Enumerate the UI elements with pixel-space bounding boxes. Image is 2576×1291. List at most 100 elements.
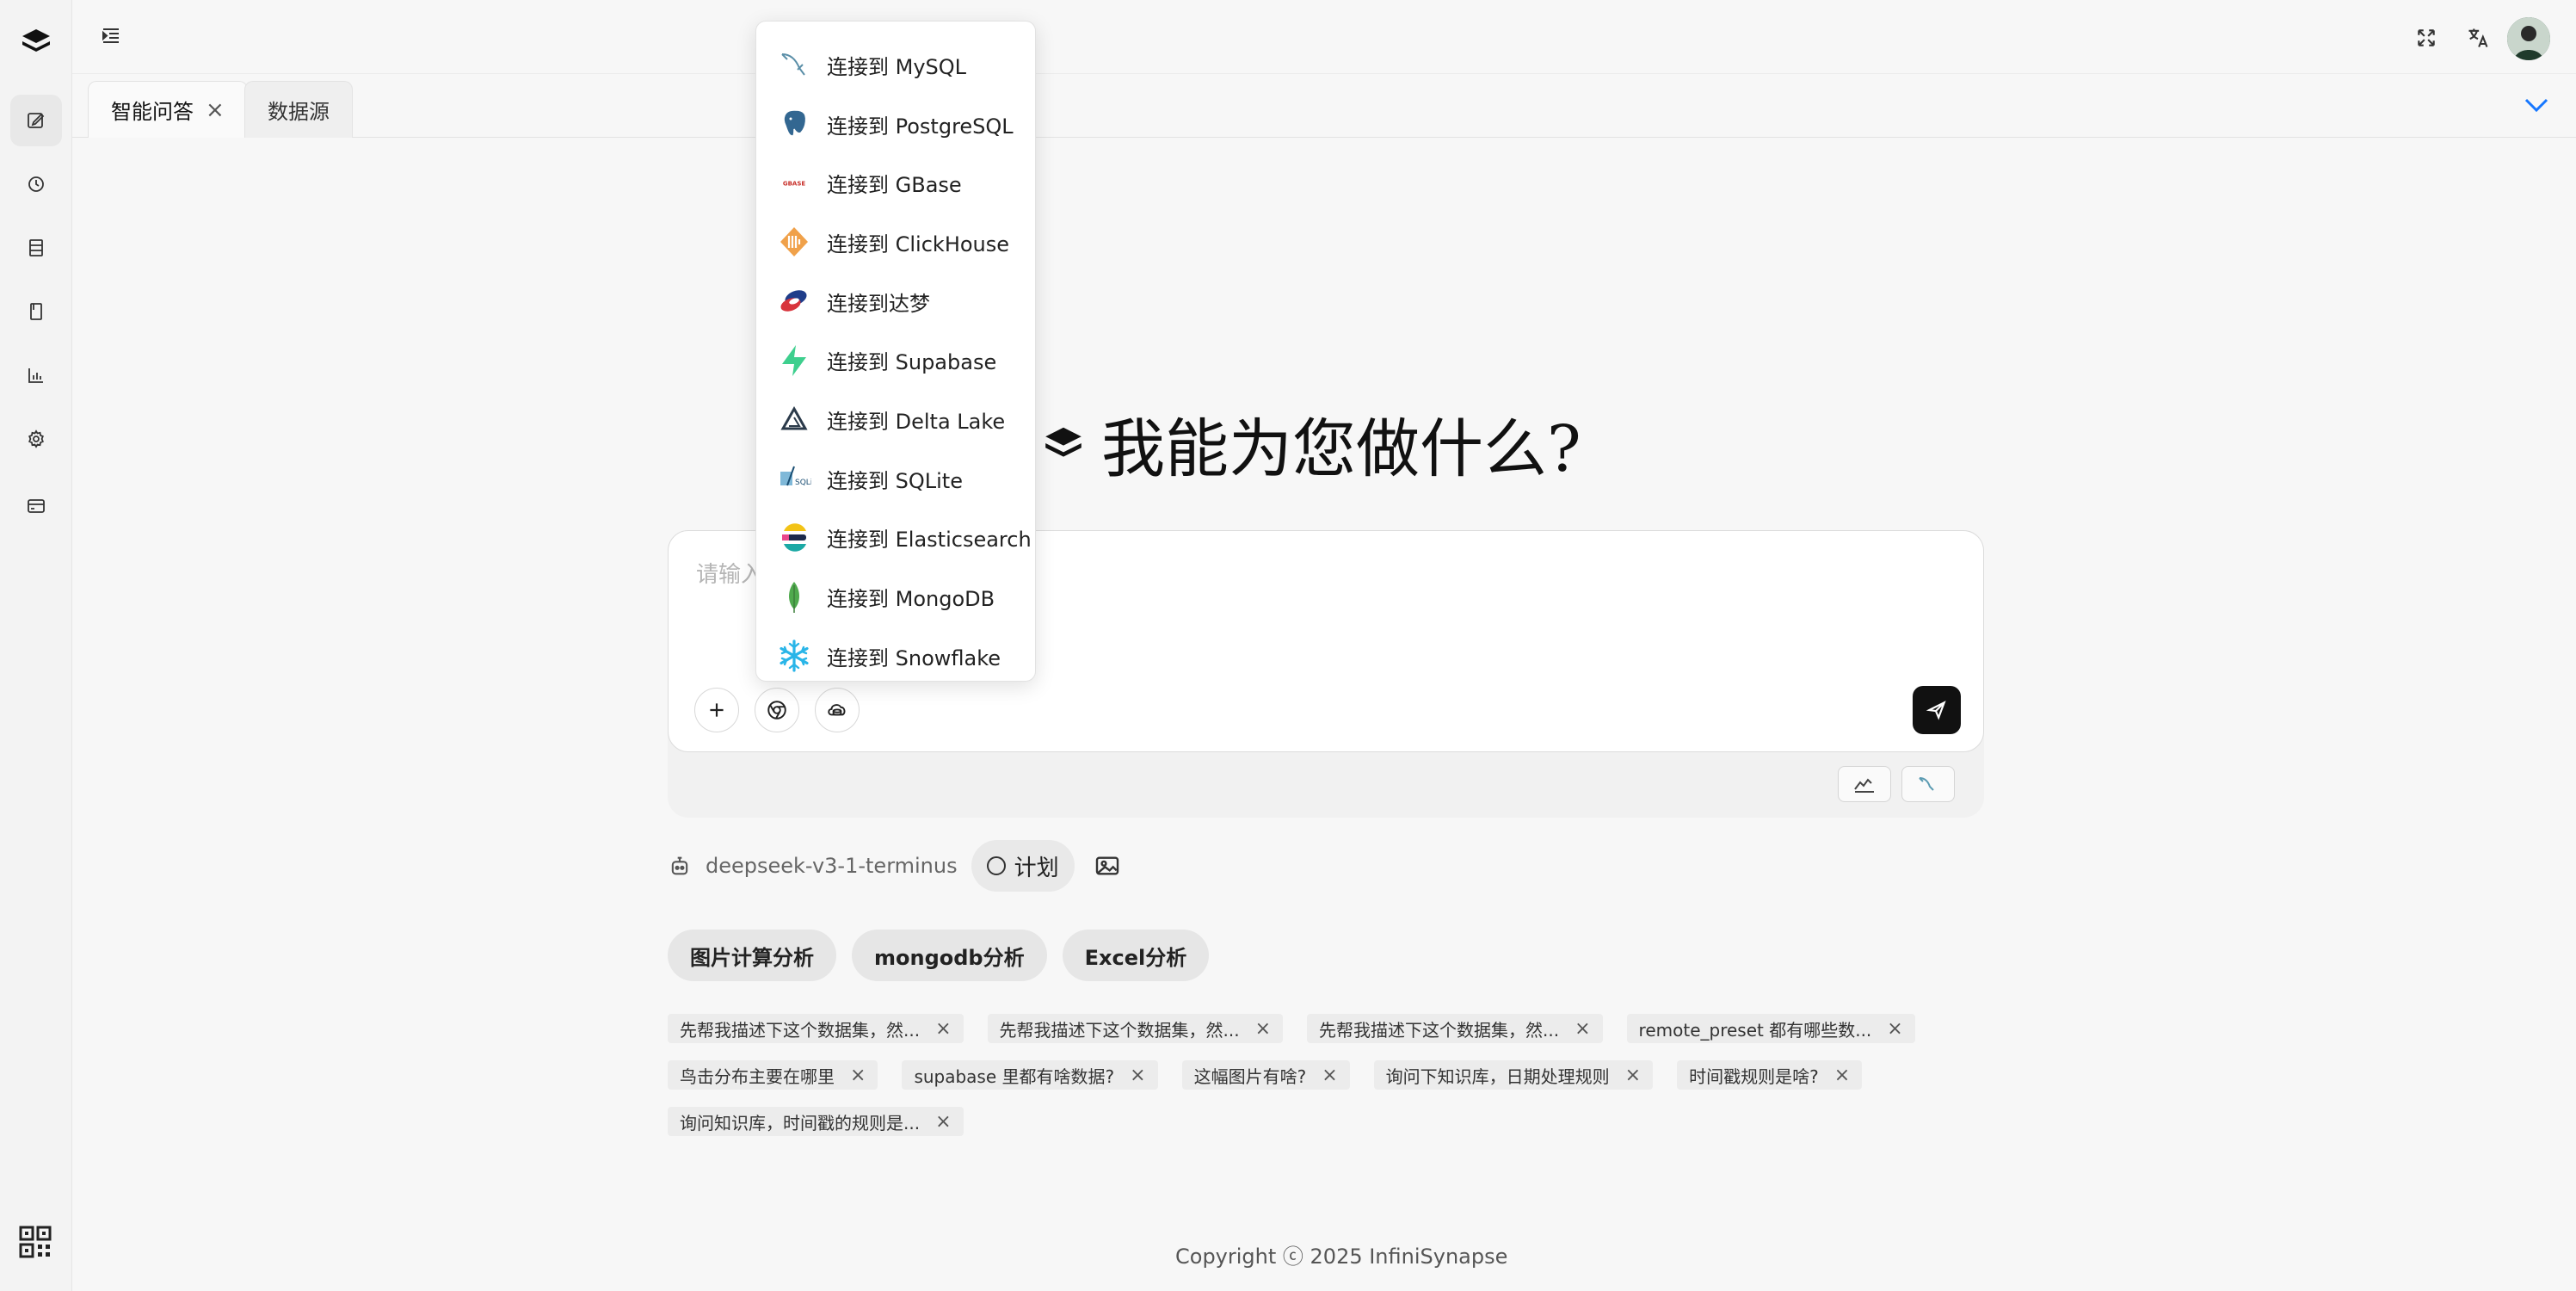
svg-text:SQLite: SQLite [795, 479, 811, 487]
image-icon[interactable] [1094, 852, 1121, 880]
connect-postgresql-item[interactable]: 连接到 PostgreSQL [756, 95, 1035, 154]
tab-data-source[interactable]: 数据源 [244, 81, 353, 138]
history-chip[interactable]: 询问下知识库，日期处理规则 × [1373, 1060, 1654, 1090]
history-chip-label: 鸟击分布主要在哪里 [680, 1066, 835, 1087]
sidebar-item-history[interactable] [10, 158, 62, 210]
tab-smart-qa[interactable]: 智能问答 × [88, 81, 248, 138]
user-avatar[interactable] [2507, 17, 2550, 60]
data-source-dropdown: 连接到 MySQL 连接到 PostgreSQL GBASE 连接到 GBase… [755, 21, 1036, 682]
chart-tool-button[interactable] [1838, 766, 1891, 802]
quick-actions: 图片计算分析 mongodb分析 Excel分析 [668, 930, 1210, 981]
history-chip-label: remote_preset 都有哪些数... [1638, 1019, 1872, 1041]
history-chip[interactable]: supabase 里都有啥数据? × [902, 1060, 1158, 1090]
gbase-icon: GBASE [779, 180, 810, 187]
robot-icon [671, 856, 688, 875]
browser-button[interactable] [755, 688, 799, 732]
history-chip-label: 先帮我描述下这个数据集，然... [680, 1019, 921, 1041]
history-chip[interactable]: 先帮我描述下这个数据集，然... × [668, 1014, 964, 1043]
plan-label: 计划 [1014, 855, 1059, 881]
connect-gbase-item[interactable]: GBASE 连接到 GBase [756, 153, 1035, 213]
gear-icon [28, 429, 44, 448]
close-icon[interactable]: × [1322, 1065, 1337, 1086]
close-icon[interactable]: × [935, 1018, 951, 1040]
history-chip-label: 询问知识库，时间戳的规则是... [680, 1112, 921, 1133]
fullscreen-button[interactable] [2407, 19, 2445, 57]
deltalake-icon [780, 406, 808, 430]
mysql-tool-button[interactable] [1901, 766, 1955, 802]
connect-supabase-label: 连接到 Supabase [827, 350, 997, 375]
elasticsearch-icon [782, 523, 806, 552]
connect-sqlite-item[interactable]: SQLite 连接到 SQLite [756, 449, 1035, 509]
postgresql-icon [783, 109, 807, 137]
chat-input-placeholder[interactable]: 请输入 [696, 557, 763, 589]
history-chip[interactable]: 这幅图片有啥? × [1181, 1060, 1350, 1090]
sidebar-item-charts[interactable] [10, 349, 62, 401]
tab-close-icon[interactable]: × [206, 97, 225, 123]
sidebar-item-knowledge[interactable] [10, 286, 62, 337]
history-chip[interactable]: 鸟击分布主要在哪里 × [668, 1060, 878, 1090]
close-icon[interactable]: × [1625, 1065, 1641, 1086]
plan-toggle[interactable]: 计划 [971, 840, 1075, 892]
connect-deltalake-item[interactable]: 连接到 Delta Lake [756, 390, 1035, 449]
dameng-icon [780, 290, 807, 312]
language-button[interactable] [2459, 19, 2497, 57]
model-selector[interactable]: deepseek-v3-1-terminus [706, 854, 958, 878]
history-row: 询问知识库，时间戳的规则是... × [668, 1107, 1958, 1136]
sidebar-item-billing[interactable] [10, 480, 62, 532]
sidebar-item-new-chat[interactable] [10, 95, 62, 146]
history-chip[interactable]: 询问知识库，时间戳的规则是... × [668, 1107, 964, 1136]
model-row: deepseek-v3-1-terminus 计划 [668, 840, 1121, 892]
close-icon[interactable]: × [1255, 1018, 1271, 1040]
connect-elasticsearch-label: 连接到 Elasticsearch [827, 528, 1032, 553]
quick-action-chip[interactable]: 图片计算分析 [668, 930, 836, 981]
bar-chart-icon [28, 368, 43, 383]
radio-icon [986, 856, 1006, 875]
history-chip-label: supabase 里都有啥数据? [914, 1066, 1115, 1087]
plus-icon [710, 703, 724, 717]
history-chip-label: 先帮我描述下这个数据集，然... [999, 1019, 1240, 1041]
history-chip[interactable]: 先帮我描述下这个数据集，然... × [1307, 1014, 1603, 1043]
quick-action-chip[interactable]: mongodb分析 [852, 930, 1047, 981]
connect-mongodb-item[interactable]: 连接到 MongoDB [756, 567, 1035, 627]
menu-collapse-icon[interactable] [98, 22, 124, 48]
history-chip[interactable]: 先帮我描述下这个数据集，然... × [987, 1014, 1284, 1043]
connect-mysql-item[interactable]: 连接到 MySQL [756, 35, 1035, 95]
connect-snowflake-item[interactable]: 连接到 Snowflake [756, 627, 1035, 686]
hero-heading: 我能为您做什么? [1041, 405, 1581, 486]
card-icon [28, 499, 45, 513]
tab-label: 数据源 [268, 100, 330, 124]
close-icon[interactable]: × [1834, 1065, 1850, 1086]
connect-gbase-label: 连接到 GBase [827, 173, 962, 198]
qr-code-icon[interactable] [19, 1226, 52, 1258]
sidebar-item-database[interactable] [10, 222, 62, 274]
history-row: 鸟击分布主要在哪里 × supabase 里都有啥数据? × 这幅图片有啥? × 询问… [668, 1060, 1958, 1090]
history-chip-label: 时间戳规则是啥? [1689, 1066, 1819, 1087]
history-chip[interactable]: remote_preset 都有哪些数... × [1626, 1014, 1915, 1043]
send-icon [1926, 701, 1946, 720]
connect-sqlite-label: 连接到 SQLite [827, 468, 963, 493]
cloud-storage-button[interactable] [815, 688, 860, 732]
close-icon[interactable]: × [850, 1065, 866, 1086]
layers-logo-icon[interactable] [19, 24, 53, 59]
connect-elasticsearch-item[interactable]: 连接到 Elasticsearch [756, 509, 1035, 568]
connect-mysql-label: 连接到 MySQL [827, 54, 967, 79]
quick-action-chip[interactable]: Excel分析 [1062, 930, 1210, 981]
close-icon[interactable]: × [935, 1111, 951, 1133]
send-button[interactable] [1913, 686, 1961, 734]
close-icon[interactable]: × [1575, 1018, 1590, 1040]
history-list: 先帮我描述下这个数据集，然... × 先帮我描述下这个数据集，然... × 先帮我描… [668, 1014, 1958, 1153]
close-icon[interactable]: × [1887, 1018, 1902, 1040]
close-icon[interactable]: × [1130, 1065, 1145, 1086]
copyright-footer: Copyright ⓒ 2025 InfiniSynapse [1175, 1245, 1508, 1269]
chevron-down-icon[interactable] [2521, 90, 2552, 120]
tab-bar: 智能问答 × 数据源 [72, 74, 2576, 138]
chrome-icon [767, 701, 786, 720]
add-button[interactable] [694, 688, 739, 732]
fullscreen-icon [2418, 29, 2435, 46]
connect-clickhouse-item[interactable]: 连接到 ClickHouse [756, 213, 1035, 272]
connect-dameng-item[interactable]: 连接到达梦 [756, 272, 1035, 331]
history-chip-label: 这幅图片有啥? [1193, 1066, 1307, 1087]
history-chip[interactable]: 时间戳规则是啥? × [1677, 1060, 1863, 1090]
sidebar-item-settings[interactable] [10, 413, 62, 465]
connect-supabase-item[interactable]: 连接到 Supabase [756, 330, 1035, 390]
